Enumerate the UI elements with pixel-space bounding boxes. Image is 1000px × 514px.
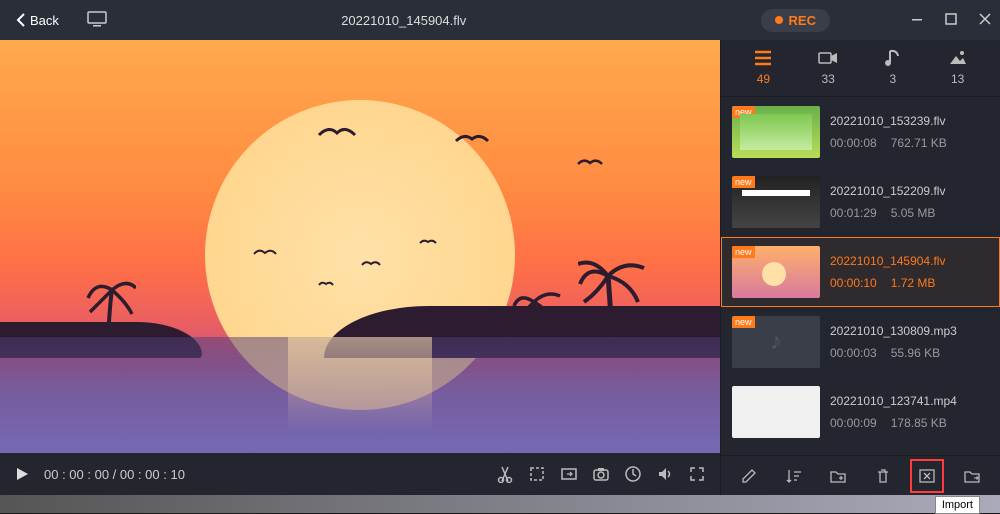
file-duration: 00:00:03 bbox=[830, 346, 877, 360]
file-info: 20221010_130809.mp3 00:00:03 55.96 KB bbox=[830, 316, 957, 368]
file-item[interactable]: new 20221010_153239.flv 00:00:08 762.71 KB bbox=[721, 97, 1000, 167]
water-graphic bbox=[0, 337, 720, 453]
folder-open-icon[interactable] bbox=[957, 461, 987, 491]
import-tooltip: Import bbox=[935, 496, 980, 514]
file-meta: 00:00:10 1.72 MB bbox=[830, 276, 945, 290]
bird-graphic bbox=[418, 238, 438, 246]
fullscreen-icon[interactable] bbox=[688, 465, 706, 483]
maximize-button[interactable] bbox=[944, 12, 958, 29]
file-thumbnail: new bbox=[732, 316, 820, 368]
bird-graphic bbox=[252, 247, 278, 257]
file-duration: 00:00:08 bbox=[830, 136, 877, 150]
player-controls: 00 : 00 : 00 / 00 : 00 : 10 bbox=[0, 453, 720, 495]
file-meta: 00:01:29 5.05 MB bbox=[830, 206, 945, 220]
bird-graphic bbox=[454, 131, 490, 145]
new-badge: new bbox=[732, 316, 755, 328]
file-name: 20221010_123741.mp4 bbox=[830, 394, 957, 408]
new-badge: new bbox=[732, 176, 755, 188]
tab-audio-count: 3 bbox=[890, 72, 897, 86]
delete-icon[interactable] bbox=[868, 461, 898, 491]
file-meta: 00:00:09 178.85 KB bbox=[830, 416, 957, 430]
bird-graphic bbox=[360, 259, 382, 268]
file-info: 20221010_153239.flv 00:00:08 762.71 KB bbox=[830, 106, 947, 158]
bird-graphic bbox=[317, 280, 335, 288]
new-badge: new bbox=[732, 246, 755, 258]
file-size: 5.05 MB bbox=[891, 206, 936, 220]
sidebar-footer: Import bbox=[721, 455, 1000, 495]
file-duration: 00:00:10 bbox=[830, 276, 877, 290]
file-duration: 00:01:29 bbox=[830, 206, 877, 220]
file-duration: 00:00:09 bbox=[830, 416, 877, 430]
edit-icon[interactable] bbox=[734, 461, 764, 491]
record-label: REC bbox=[789, 13, 816, 28]
file-item[interactable]: 20221010_123741.mp4 00:00:09 178.85 KB bbox=[721, 377, 1000, 447]
file-size: 762.71 KB bbox=[891, 136, 947, 150]
file-info: 20221010_145904.flv 00:00:10 1.72 MB bbox=[830, 246, 945, 298]
snapshot-icon[interactable] bbox=[592, 465, 610, 483]
tab-image[interactable]: 13 bbox=[933, 48, 983, 86]
sort-icon[interactable] bbox=[779, 461, 809, 491]
file-item[interactable]: new 20221010_152209.flv 00:01:29 5.05 MB bbox=[721, 167, 1000, 237]
file-thumbnail: new bbox=[732, 106, 820, 158]
folder-add-icon[interactable] bbox=[823, 461, 853, 491]
tab-video[interactable]: 33 bbox=[803, 48, 853, 86]
file-item[interactable]: new 20221010_145904.flv 00:00:10 1.72 MB bbox=[721, 237, 1000, 307]
file-list[interactable]: new20221010_153239.flv00:00:08762.71 KBn… bbox=[721, 97, 1000, 455]
file-title: 20221010_145904.flv bbox=[47, 13, 761, 28]
sidebar: 49 33 3 13 new 20221010_153239.flv 00:00:0… bbox=[720, 40, 1000, 495]
desktop-strip bbox=[0, 495, 1000, 513]
minimize-button[interactable] bbox=[910, 12, 924, 29]
volume-icon[interactable] bbox=[656, 465, 674, 483]
tab-video-count: 33 bbox=[821, 72, 834, 86]
crop-icon[interactable] bbox=[528, 465, 546, 483]
file-info: 20221010_152209.flv 00:01:29 5.05 MB bbox=[830, 176, 945, 228]
speed-icon[interactable] bbox=[624, 465, 642, 483]
close-button[interactable] bbox=[978, 12, 992, 29]
file-name: 20221010_153239.flv bbox=[830, 114, 947, 128]
record-dot-icon bbox=[775, 16, 783, 24]
player-panel: 00 : 00 : 00 / 00 : 00 : 10 bbox=[0, 40, 720, 495]
bird-graphic bbox=[576, 156, 604, 168]
file-size: 55.96 KB bbox=[891, 346, 940, 360]
time-display: 00 : 00 : 00 / 00 : 00 : 10 bbox=[44, 467, 185, 482]
tab-image-count: 13 bbox=[951, 72, 964, 86]
file-thumbnail bbox=[732, 386, 820, 438]
trim-icon[interactable] bbox=[496, 465, 514, 483]
chevron-left-icon bbox=[16, 13, 26, 27]
file-name: 20221010_130809.mp3 bbox=[830, 324, 957, 338]
file-name: 20221010_145904.flv bbox=[830, 254, 945, 268]
file-meta: 00:00:08 762.71 KB bbox=[830, 136, 947, 150]
bird-graphic bbox=[317, 123, 357, 139]
window-controls bbox=[910, 12, 992, 29]
export-icon[interactable] bbox=[560, 465, 578, 483]
file-thumbnail: new bbox=[732, 176, 820, 228]
file-thumbnail: new bbox=[732, 246, 820, 298]
file-info: 20221010_123741.mp4 00:00:09 178.85 KB bbox=[830, 386, 957, 438]
tab-all[interactable]: 49 bbox=[738, 48, 788, 86]
new-badge: new bbox=[732, 106, 755, 118]
import-icon[interactable] bbox=[912, 461, 942, 491]
record-button[interactable]: REC bbox=[761, 9, 830, 32]
topbar: Back 20221010_145904.flv REC bbox=[0, 0, 1000, 40]
file-name: 20221010_152209.flv bbox=[830, 184, 945, 198]
tab-audio[interactable]: 3 bbox=[868, 48, 918, 86]
file-size: 178.85 KB bbox=[891, 416, 947, 430]
file-size: 1.72 MB bbox=[891, 276, 936, 290]
side-tabs: 49 33 3 13 bbox=[721, 40, 1000, 97]
tab-all-count: 49 bbox=[757, 72, 770, 86]
file-item[interactable]: new 20221010_130809.mp3 00:00:03 55.96 KB bbox=[721, 307, 1000, 377]
video-canvas[interactable] bbox=[0, 40, 720, 453]
file-meta: 00:00:03 55.96 KB bbox=[830, 346, 957, 360]
play-button[interactable] bbox=[14, 466, 30, 482]
